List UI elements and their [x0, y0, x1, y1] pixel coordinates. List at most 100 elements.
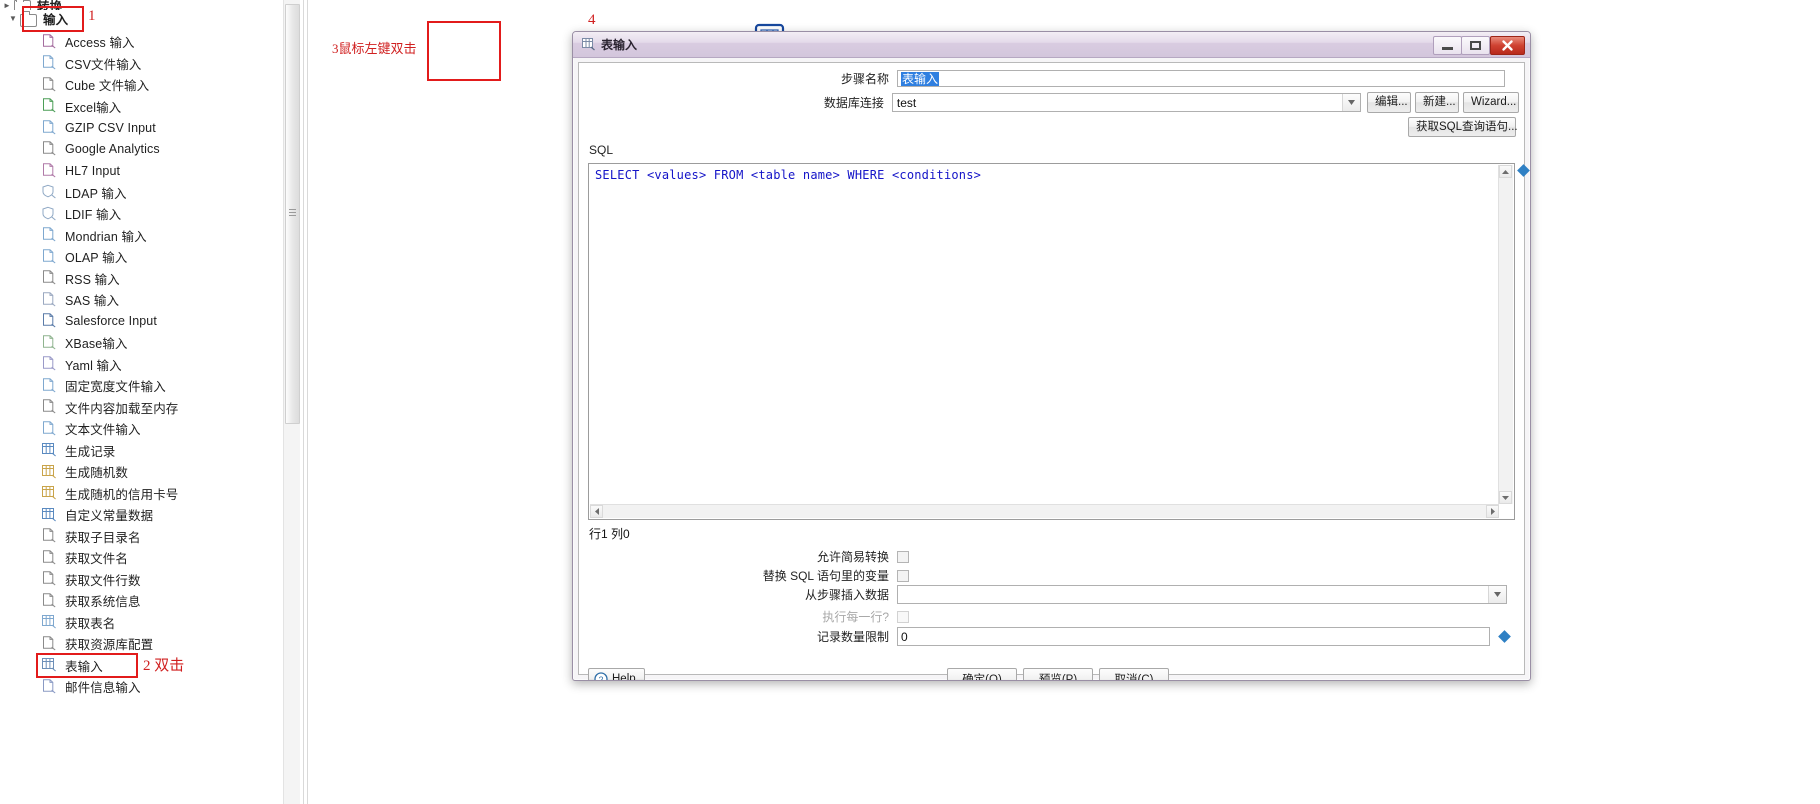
wizard-button[interactable]: Wizard...: [1463, 92, 1519, 113]
tree-item-label: Access 输入: [65, 36, 135, 51]
field-row-allow-lazy: 允许简易转换: [579, 548, 1519, 565]
get-sql-statement-button[interactable]: 获取SQL查询语句...: [1408, 117, 1518, 137]
tree-item-26[interactable]: 获取文件行数: [0, 569, 141, 591]
tree-item-label: 生成记录: [65, 444, 116, 459]
tree-item-17[interactable]: 固定宽度文件输入: [0, 375, 166, 397]
scroll-right-icon[interactable]: [1486, 505, 1499, 518]
help-button[interactable]: ? Help: [588, 668, 645, 680]
row-column-status: 行1 列0: [589, 527, 630, 541]
field-row-insert-from-step: 从步骤插入数据: [579, 585, 1519, 604]
tree-item-4[interactable]: Excel输入: [0, 96, 121, 118]
tree-item-23[interactable]: 自定义常量数据: [0, 504, 153, 526]
hl7-input-icon: [42, 163, 59, 179]
chevron-down-icon[interactable]: [1342, 94, 1360, 111]
tree-item-6[interactable]: Google Analytics: [0, 139, 160, 161]
chevron-down-icon[interactable]: [1488, 586, 1506, 603]
scrollbar-grip-icon: [289, 209, 296, 216]
tree-item-label: HL7 Input: [65, 163, 121, 178]
tree-item-label: 获取文件行数: [65, 573, 141, 588]
tree-item-label: Yaml 输入: [65, 358, 122, 373]
variable-indicator-icon: [1517, 164, 1530, 177]
tree-item-5[interactable]: GZIP CSV Input: [0, 117, 156, 139]
collapse-arrow-icon[interactable]: ▼: [6, 14, 20, 23]
tree-item-29[interactable]: 获取资源库配置: [0, 633, 153, 655]
tree-item-2[interactable]: CSV文件输入: [0, 53, 141, 75]
replace-vars-checkbox[interactable]: [897, 569, 909, 582]
sql-editor[interactable]: SELECT <values> FROM <table name> WHERE …: [588, 163, 1515, 520]
table-input-dialog[interactable]: 表输入 步骤名称 表输入 数据库连接 test 编辑... 新建... Wiza…: [572, 31, 1531, 681]
maximize-icon[interactable]: [1461, 36, 1490, 55]
tree-item-18[interactable]: 文件内容加载至内存: [0, 397, 178, 419]
olap-input-icon: [42, 249, 59, 265]
scroll-left-icon[interactable]: [590, 505, 603, 518]
tree-item-19[interactable]: 文本文件输入: [0, 418, 141, 440]
tree-item-label: GZIP CSV Input: [65, 120, 156, 135]
tree-root-input[interactable]: ▼ 输入: [0, 8, 68, 30]
tree-item-label: LDIF 输入: [65, 208, 122, 223]
edit-connection-button[interactable]: 编辑...: [1367, 92, 1411, 113]
tree-scrollbar[interactable]: [283, 0, 300, 804]
tree-item-3[interactable]: Cube 文件输入: [0, 74, 149, 96]
tree-item-22[interactable]: 生成随机的信用卡号: [0, 483, 178, 505]
tree-item-9[interactable]: LDIF 输入: [0, 203, 121, 225]
tree-item-21[interactable]: 生成随机数: [0, 461, 128, 483]
tree-item-11[interactable]: OLAP 输入: [0, 246, 127, 268]
tree-item-20[interactable]: 生成记录: [0, 440, 115, 462]
panel-divider: [303, 0, 304, 804]
tree-item-28[interactable]: 获取表名: [0, 612, 115, 634]
field-row-execute-each-row: 执行每一行?: [579, 608, 1519, 625]
tree-scrollbar-thumb[interactable]: [285, 4, 300, 424]
connection-select[interactable]: test: [891, 93, 1361, 112]
load-file-content-in-memory-icon: [42, 399, 59, 415]
new-connection-button[interactable]: 新建...: [1415, 92, 1459, 113]
get-table-names-icon: [42, 614, 59, 630]
tree-item-8[interactable]: LDAP 输入: [0, 182, 127, 204]
tree-item-10[interactable]: Mondrian 输入: [0, 225, 147, 247]
tree-item-16[interactable]: Yaml 输入: [0, 354, 122, 376]
ldap-input-icon: [42, 184, 59, 200]
connection-value: test: [896, 95, 917, 110]
tree-item-12[interactable]: RSS 输入: [0, 268, 120, 290]
tree-item-25[interactable]: 获取文件名: [0, 547, 128, 569]
tree-item-30[interactable]: 表输入: [0, 655, 103, 677]
tree-item-15[interactable]: XBase输入: [0, 332, 128, 354]
tree-item-7[interactable]: HL7 Input: [0, 160, 120, 182]
tree-item-14[interactable]: Salesforce Input: [0, 311, 157, 333]
tree-item-label: 文件内容加载至内存: [65, 401, 179, 416]
insert-from-step-select[interactable]: [897, 585, 1507, 604]
cube-file-input-icon: [42, 77, 59, 93]
minimize-icon[interactable]: [1433, 36, 1462, 55]
execute-each-row-checkbox[interactable]: [897, 610, 909, 623]
steps-tree-panel[interactable]: ► 转换 ▼ 输入 1 Access 输入 CSV文件输入 Cube 文件输入 Exc…: [0, 0, 340, 804]
scroll-down-icon[interactable]: [1499, 491, 1512, 504]
field-row-connection: 数据库连接 test 编辑... 新建... Wizard...: [579, 92, 1519, 113]
sql-vertical-scrollbar[interactable]: [1498, 165, 1513, 504]
tree-item-31[interactable]: 邮件信息输入: [0, 676, 141, 698]
generate-random-value-icon: [42, 464, 59, 480]
ok-button[interactable]: 确定(O): [947, 668, 1017, 680]
allow-lazy-checkbox[interactable]: [897, 550, 909, 563]
tree-item-label: OLAP 输入: [65, 251, 128, 266]
preview-button[interactable]: 预览(P): [1023, 668, 1093, 680]
tree-item-label: 获取文件名: [65, 552, 129, 567]
limit-input[interactable]: 0: [897, 627, 1490, 646]
tree-item-24[interactable]: 获取子目录名: [0, 526, 141, 548]
dialog-body: 步骤名称 表输入 数据库连接 test 编辑... 新建... Wizard..…: [578, 62, 1530, 680]
dialog-titlebar[interactable]: 表输入: [573, 32, 1530, 58]
tree-root-label: 输入: [43, 13, 69, 28]
cancel-button[interactable]: 取消(C): [1099, 668, 1169, 680]
close-icon[interactable]: [1490, 36, 1525, 55]
tree-item-label: SAS 输入: [65, 294, 120, 309]
tree-item-label: Excel输入: [65, 100, 122, 115]
tree-item-1[interactable]: Access 输入: [0, 31, 135, 53]
sql-horizontal-scrollbar[interactable]: [590, 504, 1499, 518]
step-name-input[interactable]: 表输入: [897, 70, 1505, 87]
data-grid-icon: [42, 507, 59, 523]
highlight-box-canvas-step: [427, 21, 501, 81]
access-input-icon: [42, 34, 59, 50]
text-file-input-icon: [42, 421, 59, 437]
tree-item-13[interactable]: SAS 输入: [0, 289, 119, 311]
tree-item-27[interactable]: 获取系统信息: [0, 590, 141, 612]
scroll-up-icon[interactable]: [1499, 165, 1512, 178]
tree-item-label: 生成随机的信用卡号: [65, 487, 179, 502]
